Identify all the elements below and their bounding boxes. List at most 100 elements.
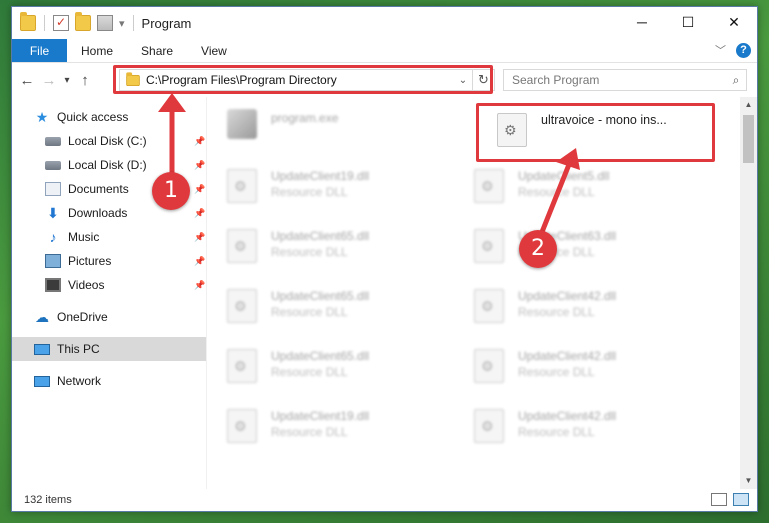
address-dropdown-icon[interactable]: ⌄ (454, 75, 472, 86)
tab-home[interactable]: Home (67, 39, 127, 62)
file-name: program.exe (271, 111, 339, 125)
expand-ribbon-icon[interactable]: ﹀ (715, 42, 726, 58)
cloud-icon: ☁ (35, 309, 49, 325)
file-type: Resource DLL (271, 305, 348, 319)
sidebar-item-network[interactable]: Network (12, 369, 206, 393)
file-item[interactable]: UpdateClient5.dll Resource DLL (474, 163, 714, 213)
file-text: ultravoice - mono ins... (541, 107, 667, 157)
refresh-icon[interactable]: ↻ (472, 70, 494, 90)
tab-file[interactable]: File (12, 39, 67, 62)
file-text: UpdateClient42.dll Resource DLL (518, 343, 616, 393)
file-name: UpdateClient19.dll (271, 169, 370, 183)
sidebar-item-label: Network (57, 374, 102, 388)
dll-file-icon (474, 349, 504, 383)
step-badge-1: 1 (152, 172, 190, 210)
scroll-down-icon[interactable]: ▼ (740, 473, 757, 489)
videos-icon (45, 278, 61, 292)
sidebar-item-this-pc[interactable]: This PC (12, 337, 206, 361)
file-text: UpdateClient42.dll Resource DLL (518, 283, 616, 333)
documents-icon (45, 182, 61, 196)
search-input[interactable]: Search Program (512, 73, 726, 87)
address-path[interactable]: C:\Program Files\Program Directory (146, 73, 454, 87)
toolbar-separator (44, 15, 45, 31)
explorer-window: ✓ ▾ Program ─ ☐ ✕ File Home Share View ﹀… (11, 6, 758, 512)
file-item[interactable]: UpdateClient42.dll Resource DLL (474, 403, 714, 453)
file-item[interactable]: UpdateClient65.dll Resource DLL (227, 283, 467, 333)
vertical-scrollbar[interactable]: ▲ ▼ (740, 97, 757, 489)
music-icon: ♪ (49, 229, 57, 245)
maximize-button[interactable]: ☐ (665, 7, 711, 37)
folder-icon (126, 71, 140, 86)
dll-file-icon (474, 409, 504, 443)
dll-file-icon (227, 349, 257, 383)
properties-check-icon[interactable]: ✓ (53, 15, 69, 31)
pin-icon[interactable]: 📌 (194, 160, 205, 171)
close-button[interactable]: ✕ (711, 7, 757, 37)
file-text: UpdateClient65.dll Resource DLL (271, 343, 369, 393)
file-item[interactable]: UpdateClient65.dll Resource DLL (227, 223, 467, 273)
navigation-pane: ★ Quick access Local Disk (C:) 📌 Local D… (12, 97, 207, 489)
file-item[interactable]: UpdateClient42.dll Resource DLL (474, 343, 714, 393)
pin-icon[interactable]: 📌 (194, 136, 205, 147)
file-name: UpdateClient42.dll (518, 289, 617, 303)
chevron-down-icon[interactable]: ▾ (119, 17, 125, 30)
search-box[interactable]: Search Program ⌕ (503, 69, 747, 91)
file-text: program.exe (271, 105, 338, 155)
file-item[interactable]: UpdateClient42.dll Resource DLL (474, 283, 714, 333)
sidebar-item-local-disk-c[interactable]: Local Disk (C:) 📌 (12, 129, 206, 153)
file-list: program.exe ultravoice - mono ins... Upd… (207, 97, 757, 489)
help-icon[interactable]: ? (736, 42, 751, 58)
dll-file-icon (474, 229, 504, 263)
address-bar[interactable]: C:\Program Files\Program Directory ⌄ ↻ (119, 69, 495, 91)
dll-file-icon (227, 409, 257, 443)
file-item[interactable]: UpdateClient19.dll Resource DLL (227, 163, 467, 213)
pin-icon[interactable]: 📌 (194, 208, 205, 219)
recent-locations-chevron-icon[interactable]: ▾ (60, 75, 74, 86)
tab-view[interactable]: View (187, 39, 241, 62)
window-title: Program (141, 15, 192, 31)
file-item-program-exe[interactable]: program.exe (227, 105, 467, 155)
pin-icon[interactable]: 📌 (194, 280, 205, 291)
sidebar-item-label: Documents (68, 182, 129, 196)
quick-access-toolbar: ✓ ▾ (12, 12, 136, 31)
up-arrow-icon[interactable]: ↑ (74, 72, 96, 89)
sidebar-item-label: This PC (57, 342, 100, 356)
sidebar-item-label: Downloads (68, 206, 128, 220)
sidebar-item-pictures[interactable]: Pictures 📌 (12, 249, 206, 273)
file-name: UpdateClient65.dll (271, 349, 370, 363)
file-text: UpdateClient65.dll Resource DLL (271, 223, 369, 273)
pin-icon[interactable]: 📌 (194, 256, 205, 267)
disk-icon (45, 136, 61, 146)
file-name: ultravoice - mono ins... (541, 113, 667, 127)
pictures-icon (45, 254, 61, 268)
sidebar-item-quick-access[interactable]: ★ Quick access (12, 105, 206, 129)
tab-share[interactable]: Share (127, 39, 187, 62)
pin-icon[interactable]: 📌 (194, 184, 205, 195)
file-item[interactable]: UpdateClient65.dll Resource DLL (227, 343, 467, 393)
search-icon[interactable]: ⌕ (726, 73, 746, 88)
sidebar-item-music[interactable]: ♪ Music 📌 (12, 225, 206, 249)
pin-icon[interactable]: 📌 (194, 232, 205, 243)
sidebar-item-label: Local Disk (C:) (68, 134, 147, 148)
new-folder-icon[interactable] (75, 12, 91, 31)
scroll-up-icon[interactable]: ▲ (740, 97, 757, 113)
file-item[interactable]: UpdateClient63.dll Resource DLL (474, 223, 714, 273)
minimize-button[interactable]: ─ (619, 7, 665, 37)
dll-file-icon (227, 289, 257, 323)
star-icon: ★ (35, 109, 49, 125)
file-type: Resource DLL (271, 365, 348, 379)
forward-arrow-icon[interactable]: → (38, 72, 60, 89)
file-item[interactable]: UpdateClient19.dll Resource DLL (227, 403, 467, 453)
details-view-icon[interactable] (711, 493, 727, 506)
sidebar-item-onedrive[interactable]: ☁ OneDrive (12, 305, 206, 329)
file-item-ultravoice[interactable]: ultravoice - mono ins... (497, 107, 737, 157)
large-icons-view-icon[interactable] (733, 493, 749, 506)
customize-toolbar-icon[interactable] (97, 15, 113, 31)
back-arrow-icon[interactable]: ← (16, 72, 38, 89)
file-type: Resource DLL (518, 425, 595, 439)
scrollbar-thumb[interactable] (743, 115, 754, 163)
sidebar-item-videos[interactable]: Videos 📌 (12, 273, 206, 297)
